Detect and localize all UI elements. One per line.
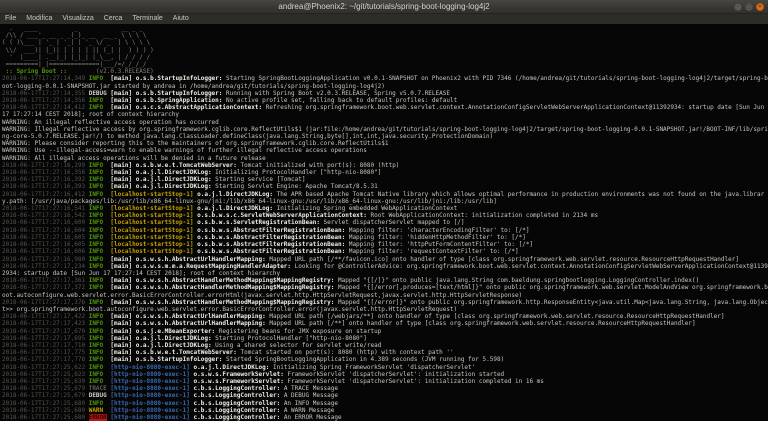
spring-boot-banner: . ____ _ __ _ _ /\\ / ___'_ __ _ _(_)_ _… xyxy=(2,25,768,75)
log-line: 2018-06-17T17:27:16,980 INFO [main] o.s.… xyxy=(2,255,739,263)
log-line: 2018-06-17T17:27:17,372 INFO [main] o.s.… xyxy=(2,284,768,299)
log-line: 2018-06-17T17:27:16,541 INFO [localhost-… xyxy=(2,205,458,213)
log-line: 2018-06-17T17:27:25,680 WARN [http-nio-8… xyxy=(2,406,335,414)
log-line: 2018-06-17T17:27:14,356 INFO [main] o.s.… xyxy=(2,97,458,105)
terminal[interactable]: . ____ _ __ _ _ /\\ / ___'_ __ _ _(_)_ _… xyxy=(0,24,768,421)
log-line: 2018-06-17T17:27:16,542 INFO [localhost-… xyxy=(2,212,599,220)
log-line: WARNING: Illegal reflective access by or… xyxy=(2,125,768,141)
log-line: 2018-06-17T17:27:17,361 INFO [main] o.s.… xyxy=(2,277,700,285)
log-line: 2018-06-17T17:27:16,412 INFO [localhost-… xyxy=(2,190,765,205)
menu-item-terminale[interactable]: Terminale xyxy=(127,14,167,24)
log-line: 2018-06-17T17:27:16,299 INFO [main] o.s.… xyxy=(2,161,400,169)
menu-item-cerca[interactable]: Cerca xyxy=(99,14,128,24)
log-line: 2018-06-17T17:27:14,355 DEBUG [main] o.s… xyxy=(2,89,450,97)
log-line: 2018-06-17T17:27:25,680 INFO [http-nio-8… xyxy=(2,399,338,407)
menu-bar: File Modifica Visualizza Cerca Terminale Aiut… xyxy=(0,14,768,24)
log-line: WARNING: An illegal reflective access op… xyxy=(2,118,219,126)
log-line: 2018-06-17T17:27:25,679 TRACE [http-nio-… xyxy=(2,385,338,393)
log-line: 2018-06-17T17:27:17,234 INFO [main] o.s.… xyxy=(2,262,768,277)
menu-item-file[interactable]: File xyxy=(0,14,21,24)
log-line: 2018-06-17T17:27:17,422 INFO [main] o.s.… xyxy=(2,313,725,321)
log-line: 2018-06-17T17:27:25,680 ERROR [http-nio-… xyxy=(2,413,342,421)
window-titlebar[interactable]: andrea@Phoenix2: ~/git/tutorials/spring-… xyxy=(0,0,768,14)
log-line: WARNING: Please consider reporting this … xyxy=(2,140,389,148)
log-line: 2018-06-17T17:27:17,710 INFO [main] o.a.… xyxy=(2,341,382,349)
log-line: WARNING: Use --illegal-access=warn to en… xyxy=(2,147,367,155)
window-title: andrea@Phoenix2: ~/git/tutorials/spring-… xyxy=(278,1,490,11)
log-line: 2018-06-17T17:27:16,605 INFO [localhost-… xyxy=(2,233,526,241)
log-line: 2018-06-17T17:27:25,679 DEBUG [http-nio-… xyxy=(2,392,338,400)
log-line: WARNING: All illegal access operations w… xyxy=(2,154,266,162)
menu-item-modifica[interactable]: Modifica xyxy=(21,14,57,24)
log-line: 2018-06-17T17:27:14,412 INFO [main] o.s.… xyxy=(2,104,768,119)
banner-caption: :: Spring Boot :: xyxy=(2,68,68,76)
log-line: 2018-06-17T17:27:17,376 INFO [main] o.s.… xyxy=(2,298,768,313)
log-line: 2018-06-17T17:27:17,778 INFO [main] o.s.… xyxy=(2,356,505,364)
banner-version: (v2.0.3.RELEASE) xyxy=(95,68,154,76)
window-controls: − ◻ ✕ xyxy=(734,3,764,11)
log-line: 2018-06-17T17:27:17,775 INFO [main] o.s.… xyxy=(2,349,454,357)
log-line: 2018-06-17T17:27:16,605 INFO [localhost-… xyxy=(2,241,534,249)
log-line: 2018-06-17T17:27:16,356 INFO [main] o.a.… xyxy=(2,169,382,177)
maximize-icon[interactable]: ◻ xyxy=(745,3,753,11)
log-line: 2018-06-17T17:27:16,392 INFO [main] o.a.… xyxy=(2,176,306,184)
log-line: 2018-06-17T17:27:14,349 INFO [main] o.s.… xyxy=(2,75,768,90)
log-line: 2018-06-17T17:27:16,606 INFO [localhost-… xyxy=(2,248,519,256)
menu-item-aiuto[interactable]: Aiuto xyxy=(168,14,194,24)
log-line: 2018-06-17T17:27:16,600 INFO [localhost-… xyxy=(2,219,465,227)
log-line: 2018-06-17T17:27:25,623 INFO [http-nio-8… xyxy=(2,370,505,378)
minimize-icon[interactable]: − xyxy=(734,3,742,11)
log-line: 2018-06-17T17:27:16,604 INFO [localhost-… xyxy=(2,226,530,234)
log-line: 2018-06-17T17:27:25,639 INFO [http-nio-8… xyxy=(2,377,544,385)
menu-item-visualizza[interactable]: Visualizza xyxy=(57,14,98,24)
log-line: 2018-06-17T17:27:17,423 INFO [main] o.s.… xyxy=(2,320,696,328)
log-line: 2018-06-17T17:27:17,670 INFO [main] o.s.… xyxy=(2,327,382,335)
log-line: 2018-06-17T17:27:25,622 INFO [http-nio-8… xyxy=(2,363,476,371)
terminal-log: 2018-06-17T17:27:14,349 INFO [main] o.s.… xyxy=(2,75,768,421)
log-line: 2018-06-17T17:27:17,695 INFO [main] o.a.… xyxy=(2,334,367,342)
log-line: 2018-06-17T17:27:16,393 INFO [main] o.a.… xyxy=(2,183,378,191)
banner-art: . ____ _ __ _ _ /\\ / ___'_ __ _ _(_)_ _… xyxy=(2,25,154,69)
close-icon[interactable]: ✕ xyxy=(756,3,764,11)
